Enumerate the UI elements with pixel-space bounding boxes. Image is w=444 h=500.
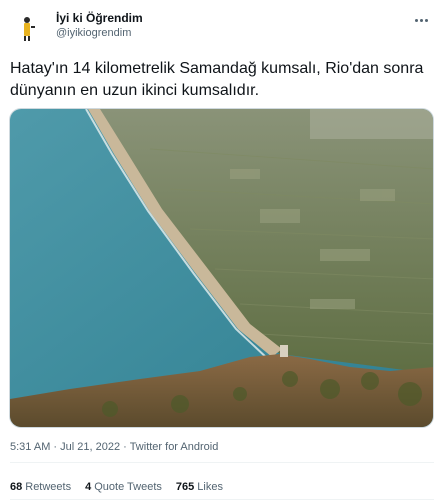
likes-stat[interactable]: 765 Likes [176, 480, 223, 494]
display-name[interactable]: İyi ki Öğrendim [56, 10, 143, 26]
tweet-header: İyi ki Öğrendim @iyikiogrendim [10, 8, 434, 48]
more-dot [424, 18, 428, 22]
retweets-count: 68 [10, 481, 23, 493]
more-dot [419, 18, 423, 22]
avatar[interactable] [14, 12, 46, 44]
tweet-date: Jul 21, 2022 [60, 441, 121, 453]
avatar-icon [14, 12, 46, 44]
meta-separator: · [123, 441, 127, 453]
likes-count: 765 [175, 481, 195, 493]
tweet-photo[interactable] [9, 108, 434, 428]
tweet-time-link[interactable]: 5:31 AM · Jul 21, 2022 [10, 441, 120, 453]
more-options-button[interactable] [410, 12, 432, 28]
tweet-source-link[interactable]: Twitter for Android [130, 441, 219, 453]
tweet-text: Hatay'ın 14 kilometrelik Samandağ kumsal… [10, 60, 424, 99]
quote-tweets-stat[interactable]: 4 Quote Tweets [85, 480, 162, 494]
divider [10, 462, 434, 463]
quotes-count: 4 [85, 481, 92, 493]
meta-separator: · [53, 441, 58, 453]
handle[interactable]: @iyikiogrendim [56, 26, 143, 41]
retweets-stat[interactable]: 68 Retweets [10, 480, 71, 494]
tweet-time: 5:31 AM [10, 441, 51, 453]
quotes-label: Quote Tweets [94, 481, 162, 493]
retweets-label: Retweets [25, 481, 72, 493]
coastline-photo [10, 109, 433, 427]
tweet-stats: 68 Retweets 4 Quote Tweets 765 Likes [10, 480, 223, 494]
tweet-meta: 5:31 AM · Jul 21, 2022 · Twitter for And… [10, 440, 218, 454]
more-horizontal-icon [414, 18, 418, 22]
likes-label: Likes [197, 481, 223, 493]
author-names: İyi ki Öğrendim @iyikiogrendim [56, 10, 143, 41]
